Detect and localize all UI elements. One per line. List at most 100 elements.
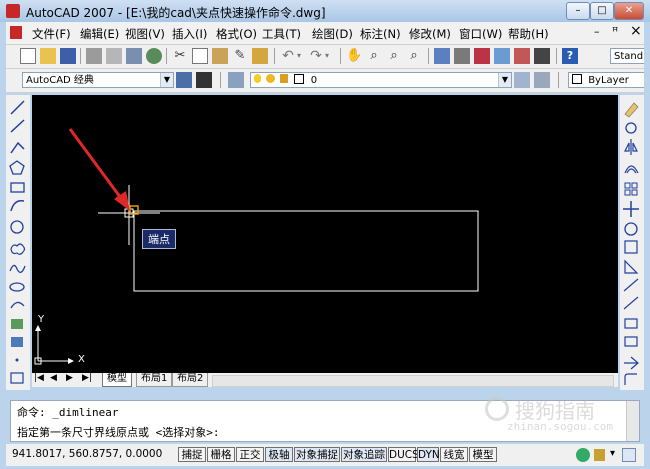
lineweight-toggle[interactable]: 线宽 — [440, 447, 468, 462]
publish-icon[interactable] — [126, 48, 142, 64]
save-icon[interactable] — [60, 48, 76, 64]
undo-dropdown-icon[interactable]: ▾ — [297, 48, 305, 64]
grid-toggle[interactable]: 栅格 — [207, 447, 235, 462]
menu-edit[interactable]: 编辑(E) — [80, 26, 119, 42]
layer-color-icon — [293, 74, 304, 84]
redo-icon[interactable]: ↷ — [308, 48, 324, 64]
command-history-line: 命令: _dimlinear — [17, 406, 119, 419]
zoom-window-icon[interactable]: ⌕ — [386, 48, 402, 64]
standard-toolbar: ✂ ✎ ↶ ▾ ↷ ▾ ✋ ⌕ ⌕ ⌕ ? Stand — [6, 45, 644, 69]
drawing-canvas[interactable]: X Y 端点 — [32, 95, 618, 373]
command-scrollbar[interactable] — [626, 401, 639, 441]
hatch-icon — [10, 372, 24, 384]
layer-previous-icon[interactable] — [534, 72, 550, 88]
minimize-button[interactable]: – — [566, 2, 590, 20]
watermark-url: zhinan.sogou.com — [507, 420, 613, 433]
undo-icon[interactable]: ↶ — [280, 48, 296, 64]
last-tab-icon[interactable]: ▶| — [82, 373, 92, 383]
menu-insert[interactable]: 插入(I) — [172, 26, 207, 42]
block-editor-icon[interactable] — [252, 48, 268, 64]
menu-file[interactable]: 文件(F) — [32, 26, 71, 42]
match-properties-icon[interactable]: ✎ — [232, 48, 248, 64]
tab-model[interactable]: 模型 — [102, 373, 132, 387]
draw-toolbar — [6, 95, 30, 390]
workspace-icon[interactable] — [196, 72, 212, 88]
doc-close-button[interactable]: × — [630, 23, 642, 39]
dyn-toggle[interactable]: DYN — [417, 447, 440, 462]
design-center-icon[interactable] — [454, 48, 470, 64]
zoom-previous-icon[interactable]: ⌕ — [406, 48, 422, 64]
lock-icon[interactable] — [594, 449, 605, 461]
workspace-combo[interactable]: AutoCAD 经典 ▼ — [22, 72, 174, 88]
status-menu-icon[interactable]: ▾ — [610, 448, 615, 459]
workspace-settings-icon[interactable] — [176, 72, 192, 88]
toolbar-separator — [340, 48, 341, 64]
toolbar-separator — [428, 48, 429, 64]
coordinates-readout[interactable]: 941.8017, 560.8757, 0.0000 — [12, 448, 162, 460]
pan-icon[interactable]: ✋ — [346, 48, 362, 64]
3d-dwf-icon[interactable] — [146, 48, 162, 64]
color-combo[interactable]: ByLayer — [568, 72, 644, 88]
cut-icon[interactable]: ✂ — [172, 48, 188, 64]
tab-layout1[interactable]: 布局1 — [136, 373, 173, 387]
layer-sun-icon — [266, 74, 276, 83]
modify-tool-icons — [623, 102, 639, 385]
menu-view[interactable]: 视图(V) — [125, 26, 165, 42]
properties-icon[interactable] — [434, 48, 450, 64]
close-button[interactable]: ✕ — [614, 2, 644, 20]
ducs-toggle[interactable]: DUCS — [388, 447, 419, 462]
osnap-toggle[interactable]: 对象捕捉 — [294, 447, 340, 462]
menu-format[interactable]: 格式(O) — [216, 26, 257, 42]
prev-tab-icon[interactable]: ◀ — [50, 373, 57, 383]
make-current-layer-icon[interactable] — [514, 72, 530, 88]
menu-help[interactable]: 帮助(H) — [508, 26, 549, 42]
arc-icon — [10, 199, 25, 212]
otrack-toggle[interactable]: 对象追踪 — [341, 447, 387, 462]
next-tab-icon[interactable]: ▶ — [66, 373, 73, 383]
clean-screen-icon[interactable] — [622, 448, 636, 462]
layer-combo[interactable]: 0 ▼ — [250, 72, 512, 88]
erase-icon — [624, 102, 639, 118]
print-preview-icon[interactable] — [106, 48, 122, 64]
copy-icon[interactable] — [192, 48, 208, 64]
new-icon[interactable] — [20, 48, 36, 64]
redo-dropdown-icon[interactable]: ▾ — [325, 48, 333, 64]
horizontal-scrollbar[interactable] — [212, 375, 614, 387]
print-icon[interactable] — [86, 48, 102, 64]
tab-layout2[interactable]: 布局2 — [172, 373, 209, 387]
menu-tools[interactable]: 工具(T) — [262, 26, 301, 42]
rotate-icon — [624, 222, 638, 236]
text-style-combo[interactable]: Stand — [610, 48, 644, 64]
ortho-toggle[interactable]: 正交 — [236, 447, 264, 462]
drawing-svg — [34, 128, 479, 365]
tool-palettes-icon[interactable] — [474, 48, 490, 64]
menu-window[interactable]: 窗口(W) — [459, 26, 502, 42]
color-value: ByLayer — [588, 75, 629, 86]
window-title: AutoCAD 2007 - [E:\我的cad\夹点快速操作命令.dwg] — [26, 6, 326, 20]
zoom-realtime-icon[interactable]: ⌕ — [366, 48, 382, 64]
toolbar-separator — [556, 48, 557, 64]
menu-dimension[interactable]: 标注(N) — [360, 26, 401, 42]
layer-manager-icon[interactable] — [228, 72, 244, 88]
polyline-icon — [10, 141, 25, 154]
snap-toggle[interactable]: 捕捉 — [178, 447, 206, 462]
open-icon[interactable] — [40, 48, 56, 64]
menu-modify[interactable]: 修改(M) — [409, 26, 451, 42]
first-tab-icon[interactable]: |◀ — [34, 373, 44, 383]
communication-center-icon[interactable] — [576, 448, 590, 462]
calculator-icon[interactable] — [534, 48, 550, 64]
break-icon — [624, 318, 638, 329]
model-toggle[interactable]: 模型 — [469, 447, 497, 462]
command-prompt-line[interactable]: 指定第一条尺寸界线原点或 <选择对象>: — [17, 424, 220, 440]
command-window[interactable]: 命令: _dimlinear 指定第一条尺寸界线原点或 <选择对象>: 搜狗指南… — [10, 397, 640, 442]
markup-icon[interactable] — [514, 48, 530, 64]
doc-minimize-button[interactable]: – — [594, 25, 600, 38]
maximize-button[interactable]: □ — [590, 2, 614, 20]
chevron-down-icon: ▼ — [498, 73, 511, 87]
doc-restore-button[interactable]: ꟸ — [612, 25, 618, 38]
polar-toggle[interactable]: 极轴 — [265, 447, 293, 462]
sheet-set-icon[interactable] — [494, 48, 510, 64]
help-icon[interactable]: ? — [562, 48, 578, 64]
paste-icon[interactable] — [212, 48, 228, 64]
menu-draw[interactable]: 绘图(D) — [312, 26, 353, 42]
